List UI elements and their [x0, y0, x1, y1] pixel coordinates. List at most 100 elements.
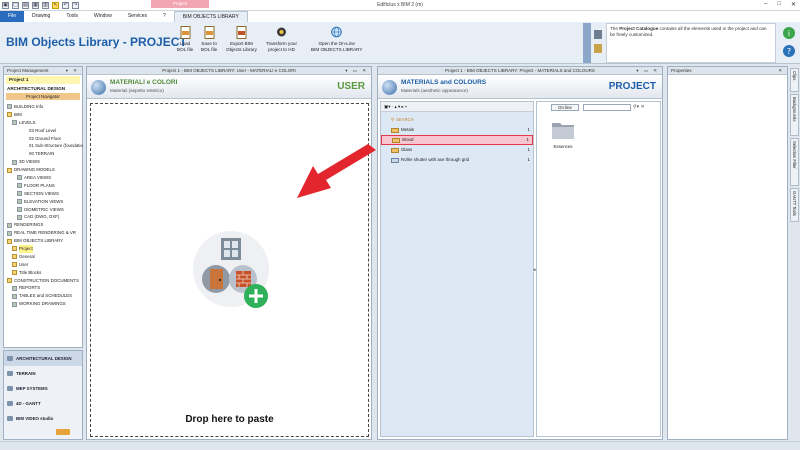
tree-item-label: 02 Ground Floor — [29, 135, 61, 141]
tree-item[interactable]: User — [4, 261, 84, 269]
tab-backgrounds[interactable]: Backgrounds — [790, 94, 799, 136]
nav-terrain[interactable]: TERRAIN — [4, 366, 82, 381]
nav-config-icon[interactable] — [56, 429, 70, 435]
tree-item[interactable]: 01 Sub-Structure (foundatio — [4, 142, 84, 150]
tree-item[interactable]: SECTION VIEWS — [4, 190, 84, 198]
tree-item-label: REAL TIME RENDERING & VR — [14, 230, 76, 236]
export-bim-button[interactable]: Export BIM Objects Library — [226, 26, 257, 52]
tree-item[interactable]: AREA VIEWS — [4, 174, 84, 182]
tree-item[interactable]: ELEVATION VIEWS — [4, 198, 84, 206]
drop-zone[interactable]: Drop here to paste — [90, 103, 376, 437]
material-row[interactable]: Wood 1 — [381, 135, 533, 145]
load-bol-button[interactable]: Load BOL file — [177, 26, 193, 52]
search-button-icon[interactable]: ⚲▾ ✕ — [633, 104, 645, 110]
panel-controls[interactable]: ▾ ▭ ✕ — [636, 67, 659, 75]
nav-bim-video-studio[interactable]: BIM VIDEO studio — [4, 411, 82, 426]
new-icon[interactable]: ▢ — [12, 2, 19, 9]
panel-controls[interactable]: ✕ — [778, 67, 784, 75]
project-title[interactable]: Project 1 — [6, 76, 80, 84]
tab-bim-objects-library[interactable]: BIM OBJECTS LIBRARY — [173, 11, 248, 22]
menu-drawing[interactable]: Drawing — [24, 11, 58, 22]
tab-clips[interactable]: Clips — [790, 68, 799, 92]
search-row[interactable]: ⚲ SEARCH — [381, 115, 533, 125]
close-icon[interactable]: ✕ — [791, 1, 796, 8]
search-input[interactable] — [583, 104, 631, 111]
tree-node-icon — [7, 278, 12, 284]
load-bol-icon — [180, 26, 191, 39]
nav-mep-systems[interactable]: MEP SYSTEMS — [4, 381, 82, 396]
tree-item[interactable]: DRAWING MODELS — [4, 166, 84, 174]
tree-item[interactable]: ISOMETRIC VIEWS — [4, 206, 84, 214]
minimize-icon[interactable]: – — [764, 1, 767, 8]
menu-help[interactable]: ? — [155, 11, 174, 22]
tree-item-label: LEVELS — [19, 119, 36, 125]
tree-item-label: Title Blocks — [19, 269, 42, 275]
tree-item[interactable]: 3D VIEWS — [4, 158, 84, 166]
tree-item[interactable]: 03 Roof Level — [4, 127, 84, 135]
tree-item[interactable]: FLOOR PLANS — [4, 182, 84, 190]
tree-item[interactable]: WORKING DRAWINGS — [4, 300, 84, 308]
tab-selection-filter[interactable]: Selection Filter — [790, 138, 799, 186]
file-tab[interactable]: File — [0, 11, 24, 22]
online-button[interactable]: On line — [551, 104, 579, 111]
nav-architectural-design[interactable]: ARCHITECTURAL DESIGN — [4, 351, 82, 366]
redo-icon[interactable]: ↷ — [72, 2, 79, 9]
tree-item[interactable]: Title Blocks — [4, 269, 84, 277]
tree-item-label: 01 Sub-Structure (foundatio — [29, 143, 83, 149]
tree-item[interactable]: BUILDING Info — [4, 103, 84, 111]
materials-add-icon — [193, 231, 269, 308]
context-group-label: Project — [151, 0, 209, 8]
panel-header: Project 1 - BIM OBJECTS LIBRARY: Project… — [378, 67, 662, 75]
menu-window[interactable]: Window — [86, 11, 120, 22]
tree-item[interactable]: CAD (DWG, DXF) — [4, 213, 84, 221]
red-arrow-icon — [297, 144, 376, 198]
undo-icon[interactable]: ↶ — [62, 2, 69, 9]
splitter-handle[interactable]: ◂ — [533, 267, 536, 273]
tree-node-icon — [12, 159, 17, 165]
menu-tools[interactable]: Tools — [58, 11, 86, 22]
material-row[interactable]: Glass 1 — [381, 145, 533, 155]
tree-item[interactable]: 00 TERRAIN — [4, 150, 84, 158]
tree-item[interactable]: LEVELS — [4, 119, 84, 127]
material-row[interactable]: Roller shutter with axe through grid 1 — [381, 155, 533, 165]
tree-node-icon — [22, 144, 27, 149]
transform-hd-button[interactable]: Transform your project to HD — [266, 26, 297, 52]
save-icon[interactable]: ▦ — [32, 2, 39, 9]
panel-controls[interactable]: ▾ ▭ ✕ — [345, 67, 368, 75]
tree-item[interactable]: 02 Ground Floor — [4, 135, 84, 143]
tab-gantt-tools[interactable]: GANTT Tools — [790, 188, 799, 222]
tree-node-icon — [17, 175, 22, 181]
tree-item[interactable]: REAL TIME RENDERING & VR — [4, 229, 84, 237]
list-toolbar[interactable]: ▣▾ · ▴ ▾ ▸ ▪ — [381, 102, 533, 112]
tree-item[interactable]: CONSTRUCTION DOCUMENTS — [4, 277, 84, 285]
open-icon[interactable]: ▤ — [22, 2, 29, 9]
tree-item[interactable]: RENDERINGS — [4, 221, 84, 229]
project-library-panel: Project 1 - BIM OBJECTS LIBRARY: Project… — [377, 66, 663, 440]
tree-item[interactable]: BIM — [4, 111, 84, 119]
library-ball-icon — [91, 80, 106, 95]
panel-controls[interactable]: ▾ ✕ — [66, 67, 79, 75]
tree-item[interactable]: General — [4, 253, 84, 261]
tree-item[interactable]: TABLES and SCHEDULES — [4, 292, 84, 300]
tree-item[interactable]: Project — [4, 245, 84, 253]
open-online-library-button[interactable]: Open the On-Line BIM OBJECTS LIBRARY — [311, 26, 362, 52]
save-bol-button[interactable]: Save to BOL file — [201, 26, 217, 52]
material-row[interactable]: Metals 1 — [381, 125, 533, 135]
menu-services[interactable]: Services — [120, 11, 155, 22]
select-icon[interactable]: ↖ — [52, 2, 59, 9]
tree-node-icon — [12, 270, 17, 276]
ribbon-side-strip — [583, 23, 591, 63]
maximize-icon[interactable]: □ — [777, 1, 781, 8]
print-icon[interactable]: ▥ — [42, 2, 49, 9]
project-banner: MATERIALS and COLOURS Materials (aesthet… — [378, 75, 662, 99]
catalogue-icon — [593, 28, 603, 58]
tree-item-label: DRAWING MODELS — [14, 167, 55, 173]
tree-item[interactable]: REPORTS — [4, 284, 84, 292]
app-logo-icon[interactable]: ▣ — [2, 2, 9, 9]
tree-node-icon — [12, 285, 17, 291]
status-bar — [0, 441, 800, 450]
nav-4d-gantt[interactable]: 4D - GANTT — [4, 396, 82, 411]
tree-item-label: TABLES and SCHEDULES — [19, 293, 73, 299]
folder-icon[interactable] — [551, 120, 575, 140]
tree-item[interactable]: BIM OBJECTS LIBRARY — [4, 237, 84, 245]
